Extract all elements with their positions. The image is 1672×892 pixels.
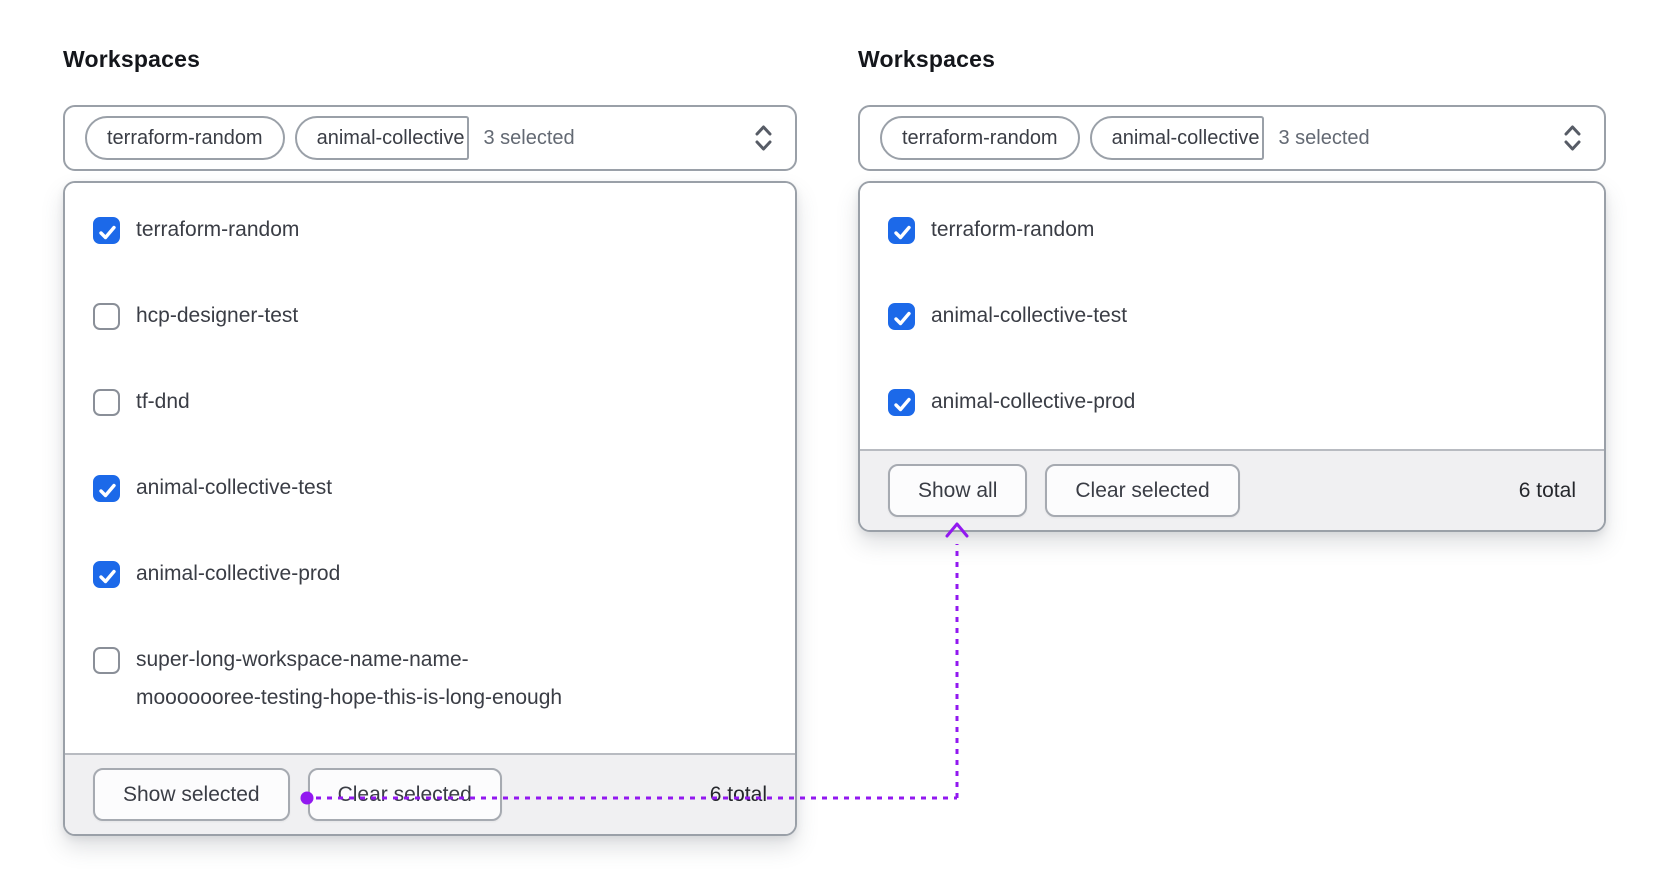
checkbox[interactable]	[93, 388, 120, 416]
workspace-option-label: animal-collective-test	[136, 476, 333, 499]
selected-count-text: 3 selected	[1278, 126, 1370, 149]
workspaces-dropdown: terraform-random hcp-designer-test tf-dn…	[63, 181, 797, 836]
checkbox[interactable]	[93, 560, 120, 588]
checkbox[interactable]	[93, 302, 120, 330]
list-item[interactable]: animal-collective-test	[65, 445, 795, 531]
checkbox[interactable]	[888, 216, 915, 244]
workspace-option-label: terraform-random	[931, 218, 1095, 241]
workspace-option-label: super-long-workspace-name-name- moooooor…	[136, 648, 563, 709]
clear-selected-button[interactable]: Clear selected	[307, 768, 502, 821]
chevrons-up-down-icon	[752, 122, 775, 154]
checkbox[interactable]	[93, 474, 120, 502]
tag-animal-collective-truncated: animal-collective	[294, 116, 470, 160]
list-item[interactable]: hcp-designer-test	[65, 273, 795, 359]
workspace-option-label: animal-collective-prod	[931, 390, 1136, 413]
dropdown-footer: Show all Clear selected 6 total	[860, 449, 1604, 530]
checkbox[interactable]	[93, 646, 120, 674]
multiselect-toggle[interactable]: terraform-random animal-collective 3 sel…	[858, 105, 1606, 171]
tag-terraform-random: terraform-random	[85, 116, 285, 160]
list-item[interactable]: tf-dnd	[65, 359, 795, 445]
clear-selected-button[interactable]: Clear selected	[1045, 464, 1240, 517]
list-item[interactable]: super-long-workspace-name-name- moooooor…	[65, 617, 795, 741]
checkbox[interactable]	[888, 302, 915, 330]
selected-count-text: 3 selected	[483, 126, 575, 149]
list-item[interactable]: terraform-random	[65, 187, 795, 273]
workspace-option-list: terraform-random animal-collective-test	[860, 183, 1604, 449]
total-count-text: 6 total	[709, 782, 767, 806]
list-item[interactable]: animal-collective-prod	[860, 359, 1604, 445]
workspace-option-label: tf-dnd	[136, 390, 190, 413]
left-workspaces-panel: Workspaces terraform-random animal-colle…	[63, 46, 797, 836]
workspace-option-label: animal-collective-test	[931, 304, 1128, 327]
workspace-option-label: terraform-random	[136, 218, 300, 241]
multiselect-demo-stage: Workspaces terraform-random animal-colle…	[0, 0, 1672, 892]
total-count-text: 6 total	[1518, 478, 1576, 502]
workspaces-dropdown: terraform-random animal-collective-test	[858, 181, 1606, 532]
tag-animal-collective-truncated: animal-collective	[1089, 116, 1265, 160]
multiselect-toggle[interactable]: terraform-random animal-collective 3 sel…	[63, 105, 797, 171]
tag-terraform-random: terraform-random	[880, 116, 1080, 160]
list-item[interactable]: terraform-random	[860, 187, 1604, 273]
chevrons-up-down-icon	[1561, 122, 1584, 154]
workspace-option-list: terraform-random hcp-designer-test tf-dn…	[65, 183, 795, 753]
checkbox[interactable]	[888, 388, 915, 416]
show-all-button[interactable]: Show all	[888, 464, 1028, 517]
list-item[interactable]: animal-collective-prod	[65, 531, 795, 617]
workspace-option-label: animal-collective-prod	[136, 562, 341, 585]
workspace-option-label: hcp-designer-test	[136, 304, 299, 327]
checkbox[interactable]	[93, 216, 120, 244]
right-workspaces-panel: Workspaces terraform-random animal-colle…	[858, 46, 1606, 532]
workspaces-label: Workspaces	[63, 46, 201, 72]
workspaces-label: Workspaces	[858, 46, 996, 72]
show-selected-button[interactable]: Show selected	[93, 768, 290, 821]
list-item[interactable]: animal-collective-test	[860, 273, 1604, 359]
dropdown-footer: Show selected Clear selected 6 total	[65, 753, 795, 834]
